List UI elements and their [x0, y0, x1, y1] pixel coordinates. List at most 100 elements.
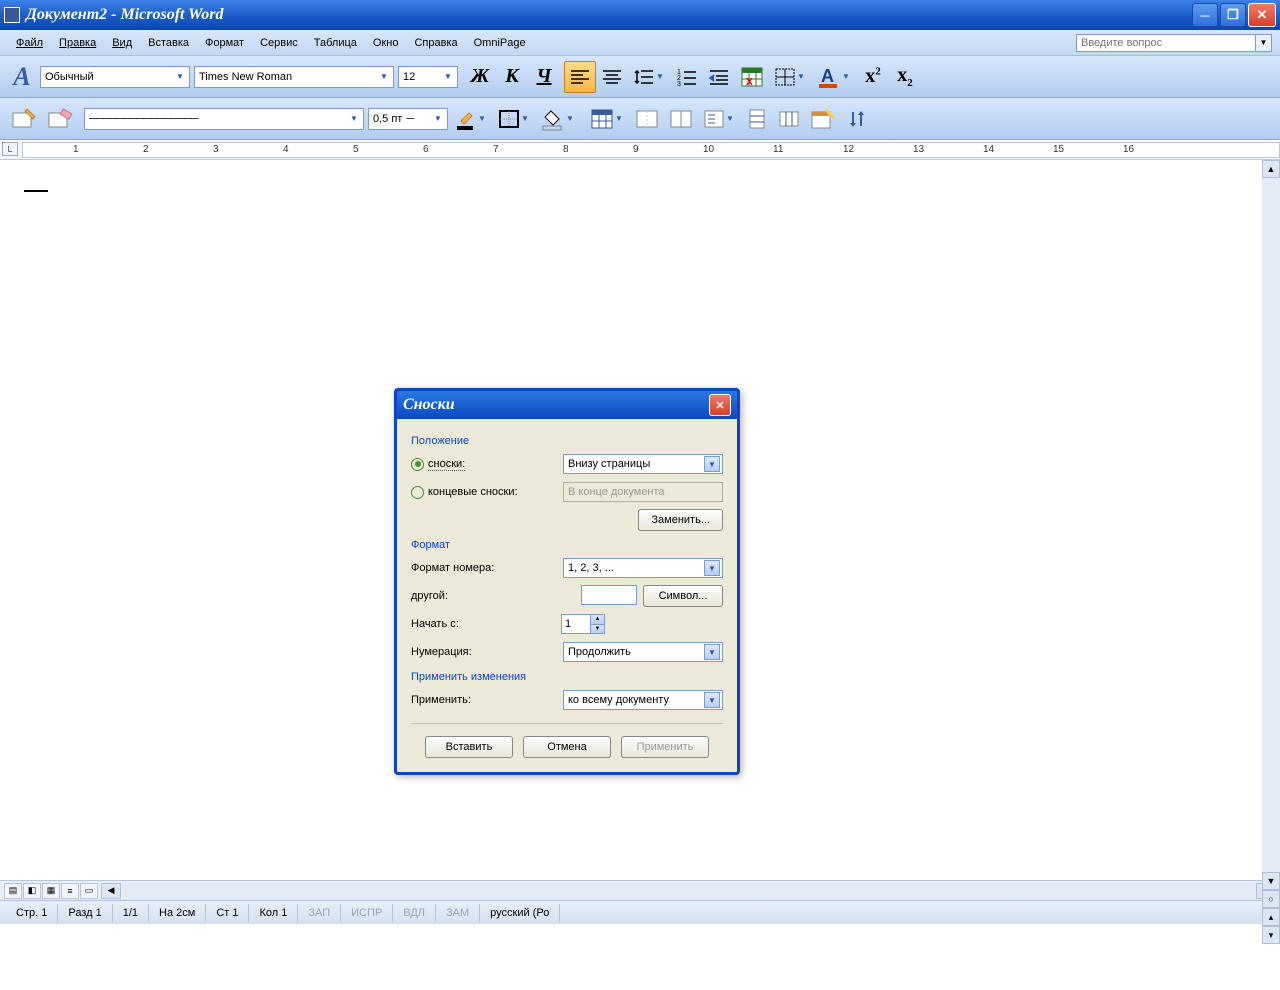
align-center-button[interactable] — [596, 61, 628, 93]
group-format-label: Формат — [411, 539, 723, 551]
hscroll-track[interactable] — [123, 883, 1256, 899]
eraser-button[interactable] — [42, 103, 78, 135]
number-format-select[interactable]: 1, 2, 3, ... ▼ — [563, 558, 723, 578]
scroll-up-button[interactable]: ▲ — [1262, 160, 1280, 178]
decrease-indent-button[interactable] — [703, 61, 735, 93]
status-ext[interactable]: ВДЛ — [393, 904, 436, 922]
bold-button[interactable]: Ж — [464, 61, 496, 93]
status-ovr[interactable]: ЗАМ — [436, 904, 480, 922]
line-weight-combo[interactable]: 0,5 пт ─ ▼ — [368, 108, 448, 130]
dialog-titlebar[interactable]: Сноски ✕ — [397, 391, 737, 419]
numbering-select[interactable]: Продолжить ▼ — [563, 642, 723, 662]
dropdown-icon[interactable]: ▼ — [704, 692, 720, 708]
minimize-button[interactable]: ─ — [1192, 3, 1218, 27]
ruler-corner-icon[interactable]: L — [2, 142, 18, 156]
radio-endnotes-label[interactable]: концевые сноски: — [428, 486, 518, 498]
superscript-button[interactable]: x2 — [857, 61, 889, 93]
web-view-button[interactable]: ◧ — [23, 883, 41, 899]
dropdown-icon[interactable]: ▼ — [173, 72, 187, 81]
menu-edit[interactable]: Правка — [51, 34, 104, 52]
apply-to-select[interactable]: ко всему документу ▼ — [563, 690, 723, 710]
merge-cells-button[interactable] — [630, 103, 664, 135]
menu-help[interactable]: Справка — [406, 34, 465, 52]
vertical-scrollbar[interactable]: ▲ ▼ ○ ▴ ▾ — [1262, 160, 1280, 944]
outline-view-button[interactable]: ≡ — [61, 883, 79, 899]
other-symbol-input[interactable] — [581, 585, 637, 605]
spinner-down-icon[interactable]: ▼ — [590, 625, 604, 634]
dropdown-icon[interactable]: ▼ — [704, 456, 720, 472]
status-trackchanges[interactable]: ИСПР — [341, 904, 393, 922]
insert-table-button[interactable]: ▼ — [585, 103, 630, 135]
cell-alignment-button[interactable]: ▼ — [698, 103, 741, 135]
menu-window[interactable]: Окно — [365, 34, 407, 52]
outside-border-button[interactable]: ▼ — [493, 103, 536, 135]
reading-view-button[interactable]: ▭ — [80, 883, 98, 899]
split-cells-button[interactable] — [664, 103, 698, 135]
ruler-strip[interactable]: 1 2 3 4 5 6 7 8 9 10 11 12 13 14 15 16 — [22, 142, 1280, 158]
horizontal-ruler[interactable]: L 1 2 3 4 5 6 7 8 9 10 11 12 13 14 15 16 — [0, 140, 1280, 160]
start-at-spinner[interactable]: ▲ ▼ — [561, 614, 605, 634]
spinner-up-icon[interactable]: ▲ — [590, 615, 604, 625]
hscroll-left-button[interactable]: ◀ — [101, 883, 121, 899]
subscript-button[interactable]: x2 — [889, 61, 921, 93]
fontsize-combo[interactable]: 12 ▼ — [398, 66, 458, 88]
align-left-button[interactable] — [564, 61, 596, 93]
menu-file[interactable]: Файл — [8, 34, 51, 52]
symbol-button[interactable]: Символ... — [643, 585, 723, 607]
scroll-track[interactable] — [1262, 178, 1280, 872]
prev-page-button[interactable]: ▴ — [1262, 908, 1280, 926]
dialog-close-button[interactable]: ✕ — [709, 394, 731, 416]
draw-table-button[interactable] — [6, 103, 42, 135]
radio-endnotes[interactable] — [411, 486, 424, 499]
status-page: Стр. 1 — [6, 904, 58, 922]
autoformat-button[interactable] — [805, 103, 841, 135]
border-color-button[interactable]: ▼ — [450, 103, 493, 135]
menu-view[interactable]: Вид — [104, 34, 140, 52]
insert-button[interactable]: Вставить — [425, 736, 513, 758]
underline-button[interactable]: Ч — [528, 61, 560, 93]
numbered-list-button[interactable]: 123 — [671, 61, 703, 93]
menu-service[interactable]: Сервис — [252, 34, 306, 52]
menu-omnipage[interactable]: OmniPage — [466, 34, 534, 52]
replace-button[interactable]: Заменить... — [638, 509, 723, 531]
line-spacing-button[interactable]: ▼ — [628, 61, 671, 93]
italic-button[interactable]: К — [496, 61, 528, 93]
browse-object-button[interactable]: ○ — [1262, 890, 1280, 908]
menu-table[interactable]: Таблица — [306, 34, 365, 52]
shading-color-button[interactable]: ▼ — [536, 103, 581, 135]
radio-footnotes[interactable] — [411, 458, 424, 471]
insert-spreadsheet-button[interactable]: X — [735, 61, 769, 93]
start-at-value[interactable] — [562, 615, 590, 633]
dropdown-icon[interactable]: ▼ — [704, 560, 720, 576]
menu-format[interactable]: Формат — [197, 34, 252, 52]
font-color-button[interactable]: A ▼ — [812, 61, 857, 93]
borders-button[interactable]: ▼ — [769, 61, 812, 93]
scroll-down-button[interactable]: ▼ — [1262, 872, 1280, 890]
dropdown-icon[interactable]: ▼ — [377, 72, 391, 81]
font-combo[interactable]: Times New Roman ▼ — [194, 66, 394, 88]
sort-button[interactable] — [841, 103, 873, 135]
line-style-combo[interactable]: ──────────────── ▼ — [84, 108, 364, 130]
footnotes-position-select[interactable]: Внизу страницы ▼ — [563, 454, 723, 474]
distribute-rows-button[interactable] — [741, 103, 773, 135]
styles-button[interactable]: A — [6, 61, 38, 93]
cancel-button[interactable]: Отмена — [523, 736, 611, 758]
menu-insert[interactable]: Вставка — [140, 34, 197, 52]
maximize-button[interactable]: ❐ — [1220, 3, 1246, 27]
help-search-input[interactable] — [1076, 34, 1256, 52]
normal-view-button[interactable]: ▤ — [4, 883, 22, 899]
radio-footnotes-label[interactable]: сноски: — [428, 458, 465, 471]
dropdown-icon[interactable]: ▼ — [431, 114, 445, 123]
dropdown-icon[interactable]: ▼ — [347, 114, 361, 123]
print-view-button[interactable]: ▦ — [42, 883, 60, 899]
dropdown-icon[interactable]: ▼ — [704, 644, 720, 660]
style-combo[interactable]: Обычный ▼ — [40, 66, 190, 88]
help-dropdown[interactable]: ▼ — [1256, 34, 1272, 52]
status-language[interactable]: русский (Ро — [480, 904, 560, 922]
distribute-cols-button[interactable] — [773, 103, 805, 135]
status-rec[interactable]: ЗАП — [298, 904, 341, 922]
dropdown-icon[interactable]: ▼ — [441, 72, 455, 81]
close-button[interactable]: ✕ — [1248, 3, 1276, 27]
next-page-button[interactable]: ▾ — [1262, 926, 1280, 944]
document-area[interactable]: Сноски ✕ Положение сноски: Внизу страниц… — [0, 160, 1280, 880]
